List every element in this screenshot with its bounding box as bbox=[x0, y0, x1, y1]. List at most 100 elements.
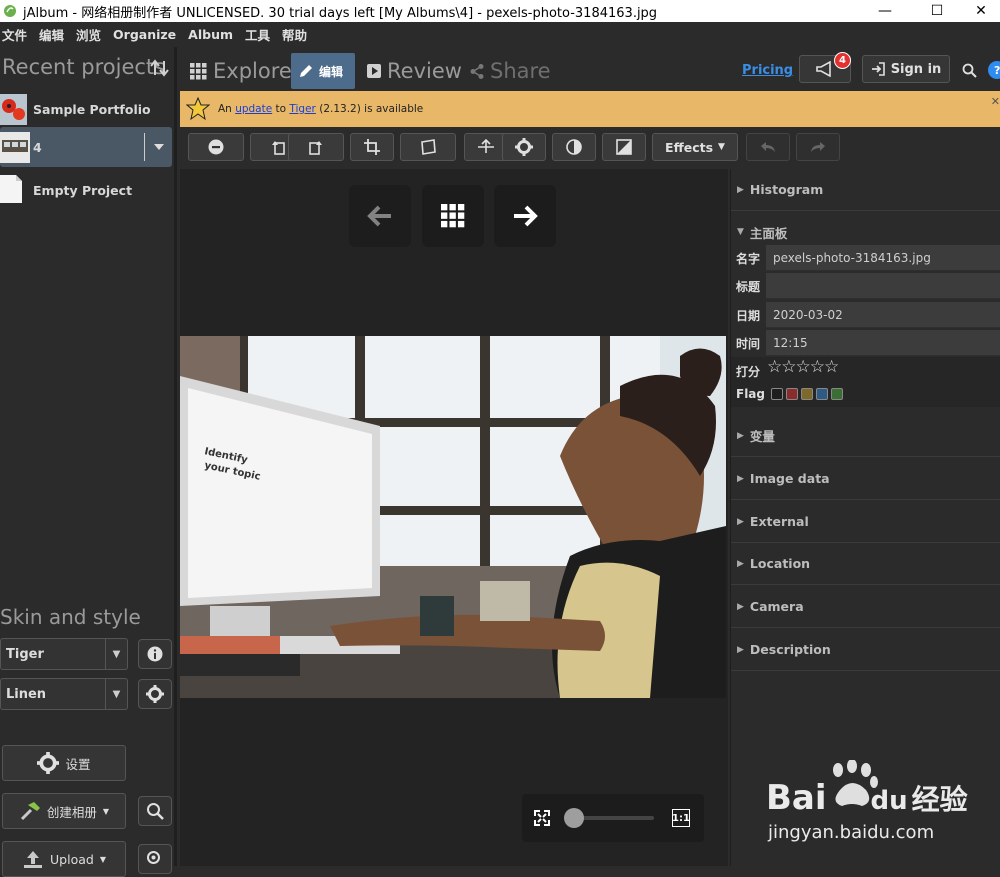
contrast-button[interactable] bbox=[552, 133, 596, 161]
minimize-button[interactable]: — bbox=[862, 0, 908, 22]
flag-swatch-4[interactable] bbox=[831, 388, 843, 400]
undo-button[interactable] bbox=[746, 133, 790, 161]
section-external[interactable]: ▶ External bbox=[731, 501, 1000, 543]
gear-icon bbox=[515, 138, 533, 156]
flag-row: Flag bbox=[731, 381, 1000, 407]
menu-file[interactable]: 文件 bbox=[0, 25, 29, 44]
menu-album[interactable]: Album bbox=[186, 27, 235, 42]
title-input[interactable] bbox=[766, 273, 1000, 299]
settings-button[interactable]: 设置 bbox=[2, 745, 126, 781]
notice-prefix: An bbox=[218, 103, 232, 115]
adjust-button[interactable] bbox=[502, 133, 546, 161]
flag-swatch-1[interactable] bbox=[786, 388, 798, 400]
tab-review[interactable]: Review bbox=[367, 53, 462, 89]
grid-view-button[interactable] bbox=[422, 185, 484, 247]
notifications-button[interactable]: 4 bbox=[799, 52, 851, 83]
share-icon bbox=[470, 63, 484, 79]
flag-swatch-0[interactable] bbox=[771, 388, 783, 400]
section-label: 变量 bbox=[749, 429, 775, 444]
redo-button[interactable] bbox=[796, 133, 840, 161]
menu-help[interactable]: 帮助 bbox=[280, 25, 309, 44]
section-description[interactable]: ▶ Description bbox=[731, 629, 1000, 671]
rotate-right-button[interactable] bbox=[288, 133, 344, 161]
style-value: Linen bbox=[6, 686, 47, 702]
section-image-data[interactable]: ▶ Image data bbox=[731, 458, 1000, 500]
main-photo[interactable]: Identify your topic bbox=[180, 336, 726, 698]
fit-screen-icon[interactable] bbox=[534, 810, 550, 826]
time-input[interactable]: 12:15 bbox=[766, 330, 1000, 356]
skin-select[interactable]: Tiger ▼ bbox=[0, 638, 128, 670]
chevron-right-icon: ▶ bbox=[737, 558, 744, 569]
project-sample-portfolio[interactable]: Sample Portfolio bbox=[0, 89, 172, 129]
field-label: 标题 bbox=[736, 279, 761, 294]
info-icon bbox=[147, 646, 163, 662]
web-preview-button[interactable] bbox=[138, 844, 172, 874]
style-settings-button[interactable] bbox=[138, 679, 172, 709]
tab-edit-label: 编辑 bbox=[319, 64, 344, 79]
flip-icon bbox=[478, 139, 494, 153]
section-location[interactable]: ▶ Location bbox=[731, 543, 1000, 585]
chevron-down-icon: ▼ bbox=[718, 142, 725, 152]
image-viewer: Identify your topic 1:1 bbox=[180, 169, 728, 866]
rating-stars[interactable]: ☆☆☆☆☆ bbox=[767, 357, 839, 377]
project-dropdown-button[interactable] bbox=[144, 133, 172, 161]
chevron-right-icon: ▶ bbox=[737, 644, 744, 655]
section-label: Description bbox=[749, 642, 831, 657]
tab-edit[interactable]: 编辑 bbox=[291, 53, 355, 89]
preview-button[interactable] bbox=[138, 796, 172, 826]
search-icon[interactable] bbox=[962, 63, 977, 78]
chevron-right-icon: ▶ bbox=[737, 184, 744, 195]
name-input[interactable]: pexels-photo-3184163.jpg bbox=[766, 245, 1000, 271]
date-input[interactable]: 2020-03-02 bbox=[766, 302, 1000, 328]
tab-explore-label: Explore bbox=[213, 59, 292, 83]
office-thumbnail-icon bbox=[0, 131, 30, 163]
upload-label: Upload bbox=[50, 851, 94, 867]
tiger-link[interactable]: Tiger bbox=[289, 103, 315, 115]
zoom-slider-handle[interactable] bbox=[564, 808, 585, 828]
chevron-down-icon bbox=[153, 144, 164, 150]
section-histogram[interactable]: ▶ Histogram bbox=[731, 169, 1000, 211]
sort-icon[interactable] bbox=[150, 59, 170, 77]
style-select[interactable]: Linen ▼ bbox=[0, 678, 128, 710]
previous-image-button[interactable] bbox=[349, 185, 411, 247]
magnifier-icon bbox=[147, 803, 164, 820]
tab-share[interactable]: Share bbox=[470, 53, 551, 89]
next-image-button[interactable] bbox=[494, 185, 556, 247]
watermark-brand-du: du bbox=[870, 786, 908, 816]
close-notice-icon[interactable]: ✕ bbox=[991, 95, 1000, 108]
flag-swatch-3[interactable] bbox=[816, 388, 828, 400]
help-icon[interactable]: ? bbox=[988, 61, 1000, 79]
section-label: 主面板 bbox=[749, 225, 788, 241]
notice-mid: to bbox=[275, 103, 287, 115]
straighten-button[interactable] bbox=[400, 133, 456, 161]
maximize-button[interactable]: ☐ bbox=[914, 0, 960, 22]
section-camera[interactable]: ▶ Camera bbox=[731, 586, 1000, 628]
upload-button[interactable]: Upload ▼ bbox=[2, 841, 126, 877]
left-panel: Recent projects Sample Portfolio 4 Empty… bbox=[0, 47, 177, 877]
crop-button[interactable] bbox=[350, 133, 394, 161]
make-album-button[interactable]: 创建相册 ▼ bbox=[2, 793, 126, 829]
chevron-right-icon: ▶ bbox=[737, 516, 744, 527]
project-4[interactable]: 4 bbox=[0, 127, 172, 167]
update-link[interactable]: update bbox=[235, 103, 272, 115]
menu-organize[interactable]: Organize bbox=[111, 27, 178, 42]
rotate-left-icon bbox=[272, 141, 285, 155]
menu-browse[interactable]: 浏览 bbox=[74, 25, 103, 44]
menu-tools[interactable]: 工具 bbox=[243, 25, 272, 44]
contrast-icon bbox=[566, 139, 582, 155]
exposure-button[interactable] bbox=[602, 133, 646, 161]
sign-in-button[interactable]: Sign in bbox=[862, 55, 950, 83]
section-variables[interactable]: ▶ 变量 bbox=[731, 415, 1000, 457]
tab-explore[interactable]: Explore bbox=[190, 53, 292, 89]
close-button[interactable]: ✕ bbox=[958, 0, 1000, 22]
project-empty[interactable]: Empty Project bbox=[0, 170, 172, 210]
menu-edit[interactable]: 编辑 bbox=[37, 25, 66, 44]
remove-button[interactable] bbox=[188, 133, 244, 161]
flag-swatch-2[interactable] bbox=[801, 388, 813, 400]
field-time: 时间 12:15 bbox=[731, 329, 1000, 357]
actual-size-button[interactable]: 1:1 bbox=[672, 809, 690, 827]
skin-info-button[interactable] bbox=[138, 639, 172, 669]
pricing-link[interactable]: Pricing bbox=[742, 63, 793, 78]
effects-button[interactable]: Effects ▼ bbox=[652, 133, 738, 161]
megaphone-icon bbox=[816, 61, 831, 77]
